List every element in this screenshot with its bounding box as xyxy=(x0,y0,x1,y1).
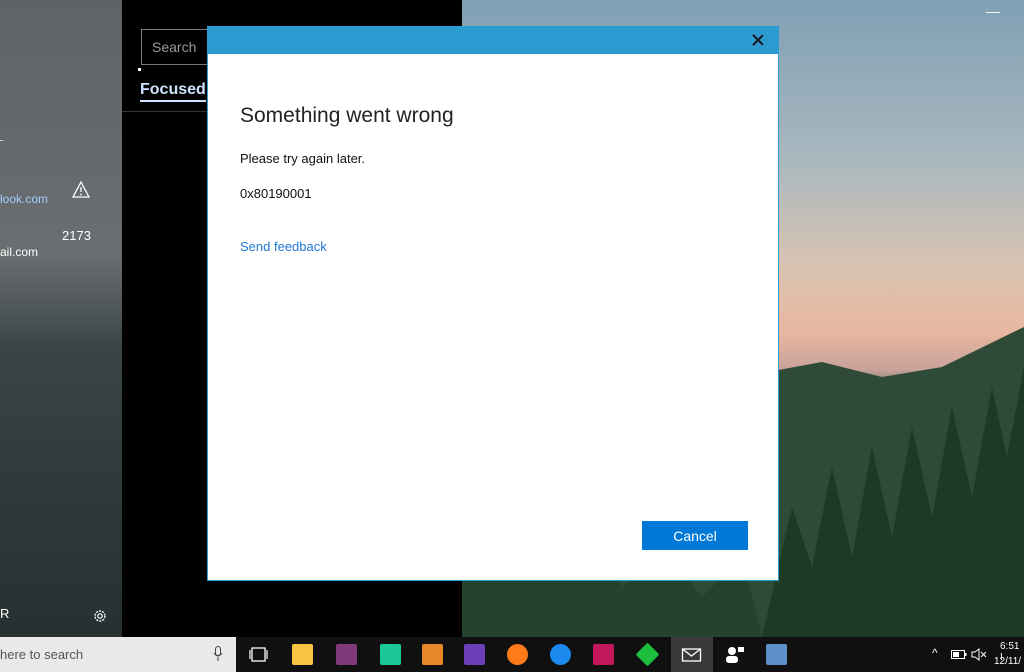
dialog-message: Please try again later. xyxy=(240,151,366,166)
sublime-text-icon[interactable] xyxy=(422,644,443,665)
mail-accounts-pane: look.com 2173 ail.com R xyxy=(0,0,122,637)
indicator-dot xyxy=(138,68,141,71)
file-explorer-icon[interactable] xyxy=(292,644,313,665)
firefox-dev-icon[interactable] xyxy=(550,644,571,665)
account-email-2[interactable]: ail.com xyxy=(0,245,38,259)
visual-studio-icon[interactable] xyxy=(464,644,485,665)
microphone-icon[interactable] xyxy=(213,646,223,662)
dialog-title: Something went wrong xyxy=(240,104,454,127)
battery-icon[interactable] xyxy=(951,649,967,660)
taskbar-search-text: here to search xyxy=(0,647,84,662)
remote-desktop-icon[interactable] xyxy=(766,644,787,665)
dialog-titlebar xyxy=(208,27,778,54)
divider xyxy=(0,140,3,141)
datagrip-icon[interactable] xyxy=(380,644,401,665)
git-app-icon[interactable] xyxy=(635,642,660,667)
taskbar-search-box[interactable]: here to search xyxy=(0,637,236,672)
divider xyxy=(122,111,207,112)
error-code: 0x80190001 xyxy=(240,186,312,201)
onenote-icon[interactable] xyxy=(336,644,357,665)
clock-date[interactable]: 12/11/ xyxy=(994,656,1021,667)
firefox-icon[interactable] xyxy=(507,644,528,665)
tab-focused[interactable]: Focused xyxy=(140,81,206,102)
warning-icon xyxy=(72,181,90,198)
chevron-up-icon[interactable]: ^ xyxy=(932,646,938,660)
task-view-icon[interactable] xyxy=(248,644,269,665)
unread-count: 2173 xyxy=(62,228,91,243)
cancel-button[interactable]: Cancel xyxy=(642,521,748,550)
close-icon[interactable] xyxy=(750,32,766,48)
send-feedback-link[interactable]: Send feedback xyxy=(240,239,327,254)
people-icon[interactable] xyxy=(724,644,745,665)
account-initial: R xyxy=(0,606,10,621)
gear-icon[interactable] xyxy=(91,607,109,625)
volume-muted-icon[interactable] xyxy=(971,648,987,661)
minimize-icon[interactable]: — xyxy=(986,4,1000,18)
error-dialog: Something went wrong Please try again la… xyxy=(207,26,779,581)
taskbar: here to search ^ 6:51 I 12/11/ xyxy=(0,637,1024,672)
mail-icon[interactable] xyxy=(681,644,702,665)
search-placeholder: Search xyxy=(152,39,197,55)
rider-icon[interactable] xyxy=(593,644,614,665)
account-email-1[interactable]: look.com xyxy=(0,192,48,206)
